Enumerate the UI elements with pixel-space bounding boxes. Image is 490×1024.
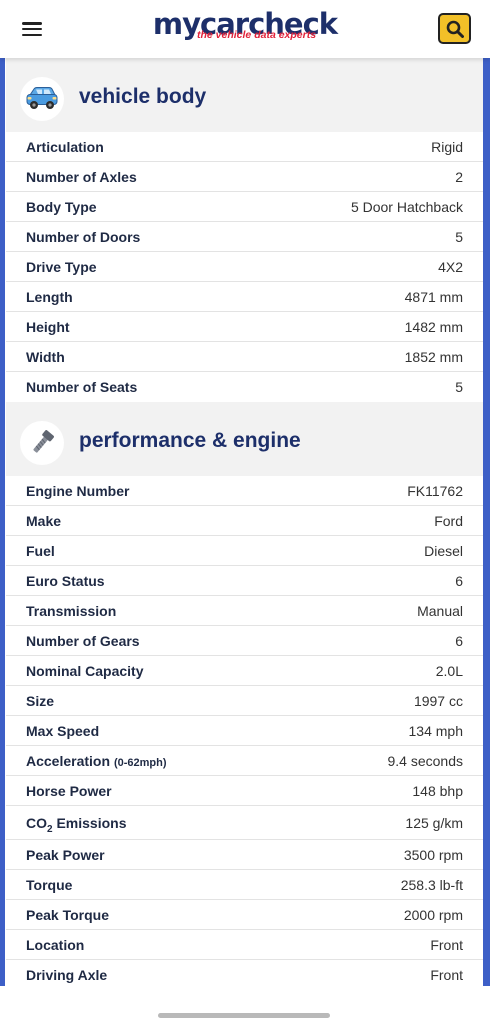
logo-tagline: the vehicle data experts (197, 29, 317, 41)
co2-suffix: Emissions (52, 815, 127, 831)
table-row: Fuel Diesel (6, 536, 483, 566)
row-value: 2000 rpm (403, 907, 463, 923)
section-header-vehicle-body: vehicle body (6, 58, 483, 132)
row-label: Body Type (26, 199, 97, 215)
row-label: Driving Axle (26, 967, 108, 983)
row-value: Ford (434, 513, 463, 529)
row-label: Number of Doors (26, 229, 141, 245)
row-label: Transmission (26, 603, 117, 619)
table-row: Number of Doors 5 (6, 222, 483, 252)
table-row: Number of Gears 6 (6, 626, 483, 656)
row-value: 148 bhp (412, 783, 463, 799)
table-row: Location Front (6, 930, 483, 960)
bolt-wrench-icon (20, 421, 64, 465)
table-row: Max Speed 134 mph (6, 716, 483, 746)
row-value: 6 (455, 573, 463, 589)
table-row: Size 1997 cc (6, 686, 483, 716)
row-value: Manual (417, 603, 463, 619)
table-row: Torque 258.3 lb-ft (6, 870, 483, 900)
section-title: vehicle body (79, 85, 207, 108)
table-row: Drive Type 4X2 (6, 252, 483, 282)
table-row: Width 1852 mm (6, 342, 483, 372)
row-value: 258.3 lb-ft (400, 877, 463, 893)
co2-prefix: CO (26, 815, 47, 831)
row-label: Acceleration (0-62mph) (26, 753, 167, 769)
table-row: Number of Axles 2 (6, 162, 483, 192)
table-row: Make Ford (6, 506, 483, 536)
table-row: Length 4871 mm (6, 282, 483, 312)
content-frame: vehicle body Articulation Rigid Number o… (0, 58, 490, 986)
table-row: Euro Status 6 (6, 566, 483, 596)
row-value: 6 (455, 633, 463, 649)
table-row: Transmission Manual (6, 596, 483, 626)
row-value: 4X2 (438, 259, 463, 275)
row-value: 125 g/km (405, 815, 463, 831)
car-icon (20, 77, 64, 121)
row-label: Width (26, 349, 65, 365)
row-label: Number of Axles (26, 169, 137, 185)
content-panel: vehicle body Articulation Rigid Number o… (6, 58, 483, 986)
table-row: Peak Torque 2000 rpm (6, 900, 483, 930)
table-row: Acceleration (0-62mph) 9.4 seconds (6, 746, 483, 776)
table-row: Articulation Rigid (6, 132, 483, 162)
row-label: CO2 Emissions (26, 815, 126, 835)
row-label: Make (26, 513, 62, 529)
row-label-suffix: (0-62mph) (113, 757, 167, 769)
table-row: Horse Power 148 bhp (6, 776, 483, 806)
row-value: 1997 cc (413, 693, 463, 709)
table-row: CO2 Emissions 125 g/km (6, 806, 483, 840)
table-row: Engine Number FK11762 (6, 476, 483, 506)
row-label: Location (26, 937, 85, 953)
search-button[interactable] (438, 13, 471, 44)
row-label: Number of Gears (26, 633, 140, 649)
row-label: Torque (26, 877, 73, 893)
row-label: Height (26, 319, 70, 335)
row-value: 5 (455, 379, 463, 395)
row-label: Drive Type (26, 259, 97, 275)
app-header: mycarcheck the vehicle data experts (0, 0, 490, 58)
row-label: Fuel (26, 543, 55, 559)
table-row: Peak Power 3500 rpm (6, 840, 483, 870)
row-value: 9.4 seconds (387, 753, 464, 769)
row-label: Number of Seats (26, 379, 138, 395)
table-row: Body Type 5 Door Hatchback (6, 192, 483, 222)
row-label: Horse Power (26, 783, 112, 799)
row-label: Engine Number (26, 483, 130, 499)
section-title: performance & engine (79, 429, 301, 452)
row-value: 2.0L (435, 663, 463, 679)
section-header-performance-engine: performance & engine (6, 402, 483, 476)
row-label: Peak Torque (26, 907, 109, 923)
row-label: Max Speed (26, 723, 100, 739)
table-row: Number of Seats 5 (6, 372, 483, 402)
row-value: 5 Door Hatchback (350, 199, 463, 215)
table-row: Height 1482 mm (6, 312, 483, 342)
row-label: Nominal Capacity (26, 663, 144, 679)
search-icon (446, 20, 464, 38)
row-value: 1482 mm (404, 319, 463, 335)
home-indicator[interactable] (158, 1013, 330, 1018)
row-value: Rigid (431, 139, 463, 155)
row-label: Euro Status (26, 573, 105, 589)
row-value: FK11762 (407, 483, 463, 499)
row-value: 4871 mm (404, 289, 463, 305)
row-value: 134 mph (408, 723, 463, 739)
table-row: Nominal Capacity 2.0L (6, 656, 483, 686)
row-value: Front (430, 967, 463, 983)
row-label-main: Acceleration (26, 753, 111, 769)
row-value: 3500 rpm (403, 847, 463, 863)
row-label: Length (26, 289, 73, 305)
row-value: 5 (455, 229, 463, 245)
row-label: Articulation (26, 139, 104, 155)
row-value: Front (430, 937, 463, 953)
row-label: Peak Power (26, 847, 105, 863)
row-value: Diesel (424, 543, 463, 559)
row-value: 2 (455, 169, 463, 185)
row-value: 1852 mm (404, 349, 463, 365)
bottom-area (0, 986, 490, 1024)
row-label: Size (26, 693, 55, 709)
